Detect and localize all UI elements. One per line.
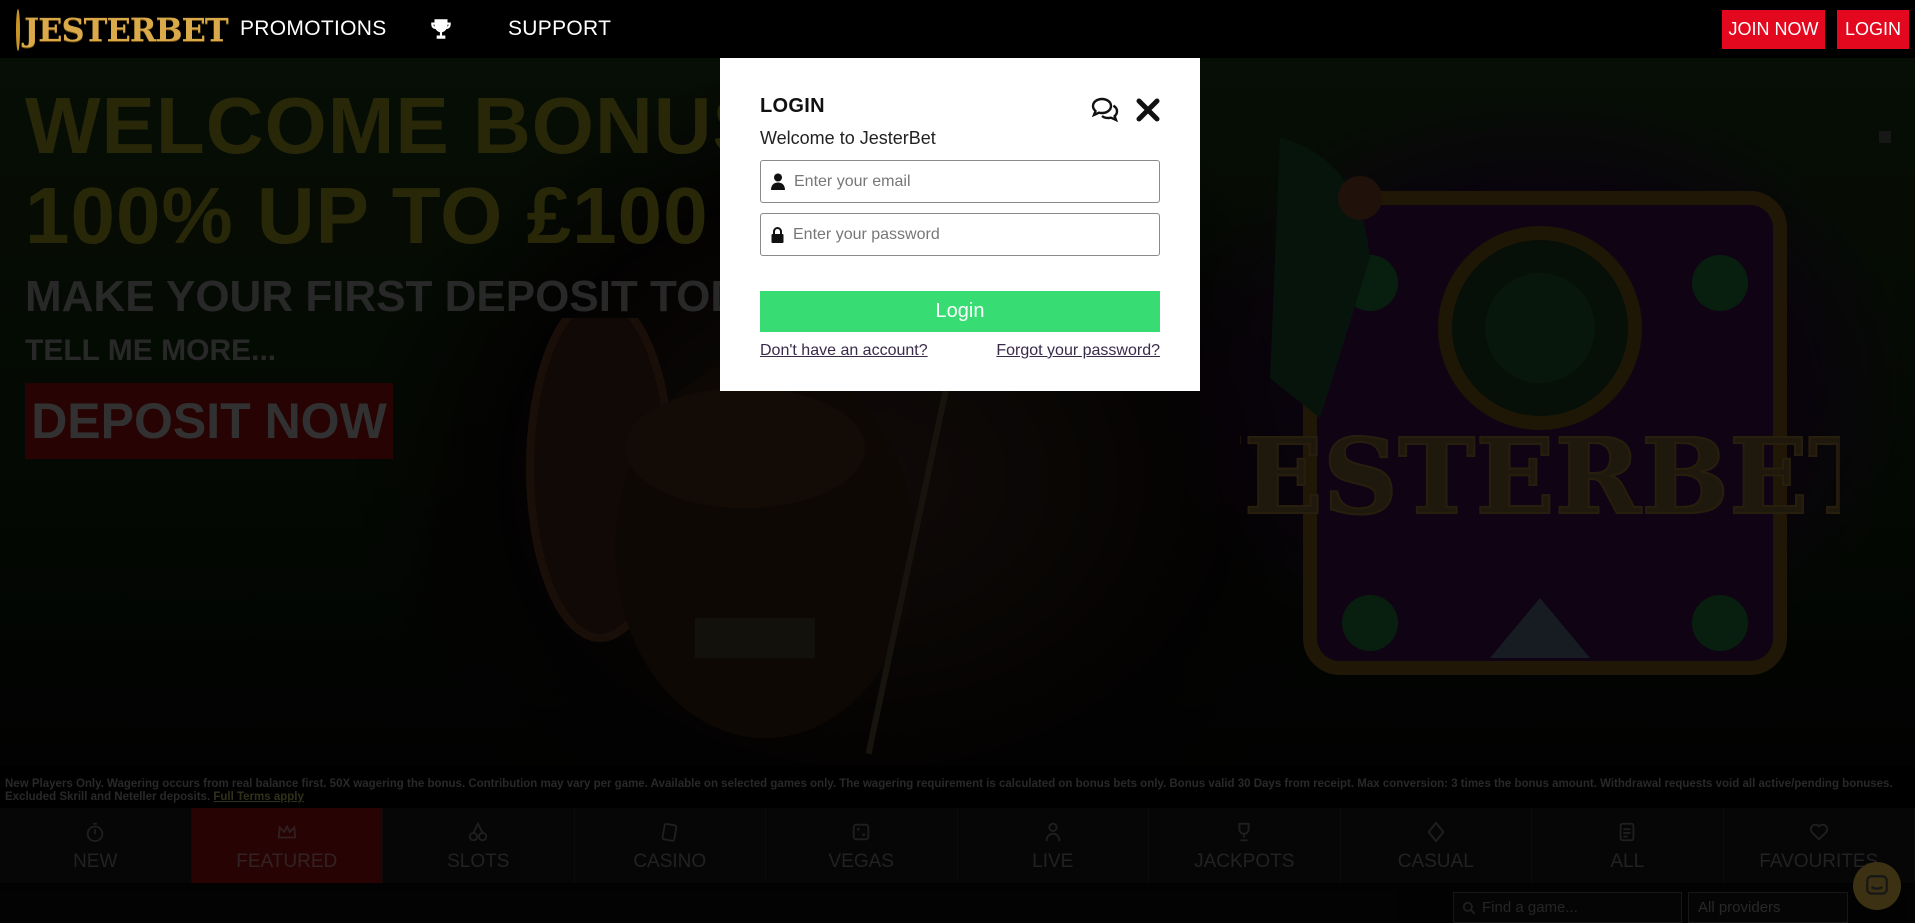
top-nav: JESTERBET PROMOTIONS SUPPORT JOIN NOW LO… bbox=[0, 0, 1915, 58]
join-now-button[interactable]: JOIN NOW bbox=[1722, 10, 1825, 49]
password-input[interactable] bbox=[793, 225, 1143, 244]
login-modal: LOGIN Welcome to JesterBet Login Don't h… bbox=[720, 58, 1200, 391]
forgot-password-link[interactable]: Forgot your password? bbox=[996, 342, 1160, 360]
email-field[interactable] bbox=[760, 160, 1160, 203]
email-input[interactable] bbox=[794, 172, 1144, 191]
jester-logo-icon bbox=[16, 9, 20, 51]
login-button[interactable]: LOGIN bbox=[1837, 10, 1909, 49]
register-link[interactable]: Don't have an account? bbox=[760, 342, 928, 360]
password-field[interactable] bbox=[760, 213, 1160, 256]
logo-text: JESTERBET bbox=[24, 11, 229, 49]
user-icon bbox=[771, 173, 785, 190]
trophy-icon[interactable] bbox=[428, 16, 454, 42]
modal-title: LOGIN bbox=[760, 95, 825, 117]
close-icon[interactable] bbox=[1135, 96, 1161, 124]
jesterbet-logo[interactable]: JESTERBET bbox=[16, 9, 229, 51]
nav-support[interactable]: SUPPORT bbox=[508, 17, 611, 41]
submit-login-button[interactable]: Login bbox=[760, 291, 1160, 332]
lock-icon bbox=[771, 226, 784, 243]
chat-icon[interactable] bbox=[1090, 96, 1122, 124]
nav-promotions[interactable]: PROMOTIONS bbox=[240, 17, 387, 41]
modal-welcome-text: Welcome to JesterBet bbox=[760, 128, 936, 148]
